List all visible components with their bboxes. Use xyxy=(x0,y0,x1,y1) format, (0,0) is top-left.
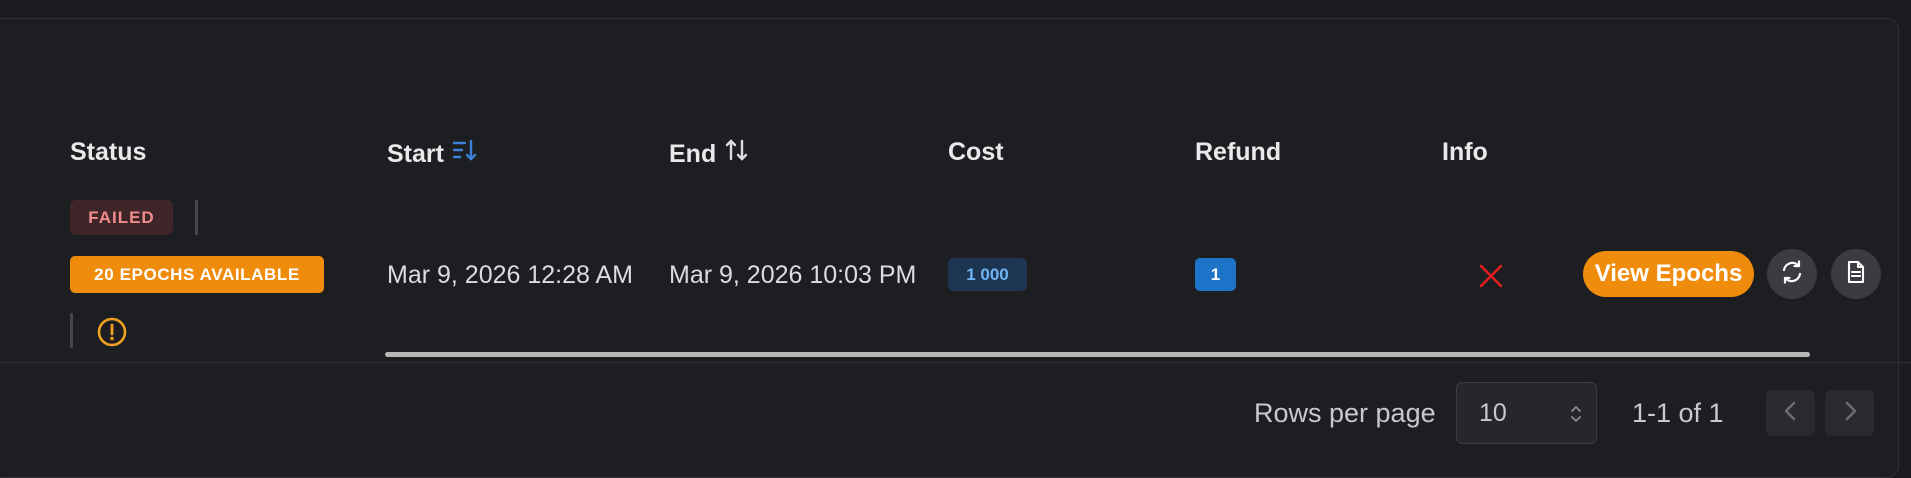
view-epochs-button[interactable]: View Epochs xyxy=(1583,251,1754,297)
chevron-up-down-icon xyxy=(1566,402,1586,433)
end-date: Mar 9, 2026 10:03 PM xyxy=(669,260,917,289)
table-header: Status Start End Cost Refund Info xyxy=(0,138,1911,168)
pagination-range: 1-1 of 1 xyxy=(1632,398,1724,428)
rows-per-page-value: 10 xyxy=(1479,398,1507,427)
cost-badge: 1 000 xyxy=(948,258,1027,291)
column-header-info-label: Info xyxy=(1442,138,1488,166)
chevron-left-icon xyxy=(1779,399,1803,428)
column-header-start[interactable]: Start xyxy=(387,138,478,171)
divider xyxy=(195,200,198,235)
refresh-button[interactable] xyxy=(1767,249,1817,299)
rows-per-page-select[interactable]: 10 xyxy=(1456,382,1597,444)
column-header-cost-label: Cost xyxy=(948,138,1004,166)
next-page-button[interactable] xyxy=(1825,390,1874,436)
epochs-available-badge[interactable]: 20 EPOCHS AVAILABLE xyxy=(70,256,324,293)
sort-both-icon[interactable] xyxy=(724,138,750,171)
refund-badge: 1 xyxy=(1195,258,1236,291)
column-header-start-label: Start xyxy=(387,140,444,168)
sort-desc-icon[interactable] xyxy=(452,138,478,171)
status-badge-failed: FAILED xyxy=(70,200,173,235)
divider xyxy=(70,313,73,348)
column-header-cost[interactable]: Cost xyxy=(948,138,1004,167)
column-header-end[interactable]: End xyxy=(669,138,750,171)
document-button[interactable] xyxy=(1831,249,1881,299)
close-icon[interactable] xyxy=(1477,262,1505,290)
column-header-status[interactable]: Status xyxy=(70,138,146,167)
document-icon xyxy=(1843,259,1869,290)
divider xyxy=(0,362,1911,363)
column-header-info[interactable]: Info xyxy=(1442,138,1488,167)
column-header-status-label: Status xyxy=(70,138,147,166)
horizontal-scrollbar[interactable] xyxy=(385,352,1810,357)
table-card xyxy=(0,18,1899,478)
column-header-refund-label: Refund xyxy=(1195,138,1282,166)
previous-page-button[interactable] xyxy=(1766,390,1815,436)
rows-per-page-label: Rows per page xyxy=(1254,398,1436,428)
chevron-right-icon xyxy=(1838,399,1862,428)
column-header-end-label: End xyxy=(669,140,717,168)
column-header-refund[interactable]: Refund xyxy=(1195,138,1281,167)
refresh-icon xyxy=(1779,259,1805,290)
start-date: Mar 9, 2026 12:28 AM xyxy=(387,260,633,289)
warning-circle-icon[interactable] xyxy=(96,316,128,348)
